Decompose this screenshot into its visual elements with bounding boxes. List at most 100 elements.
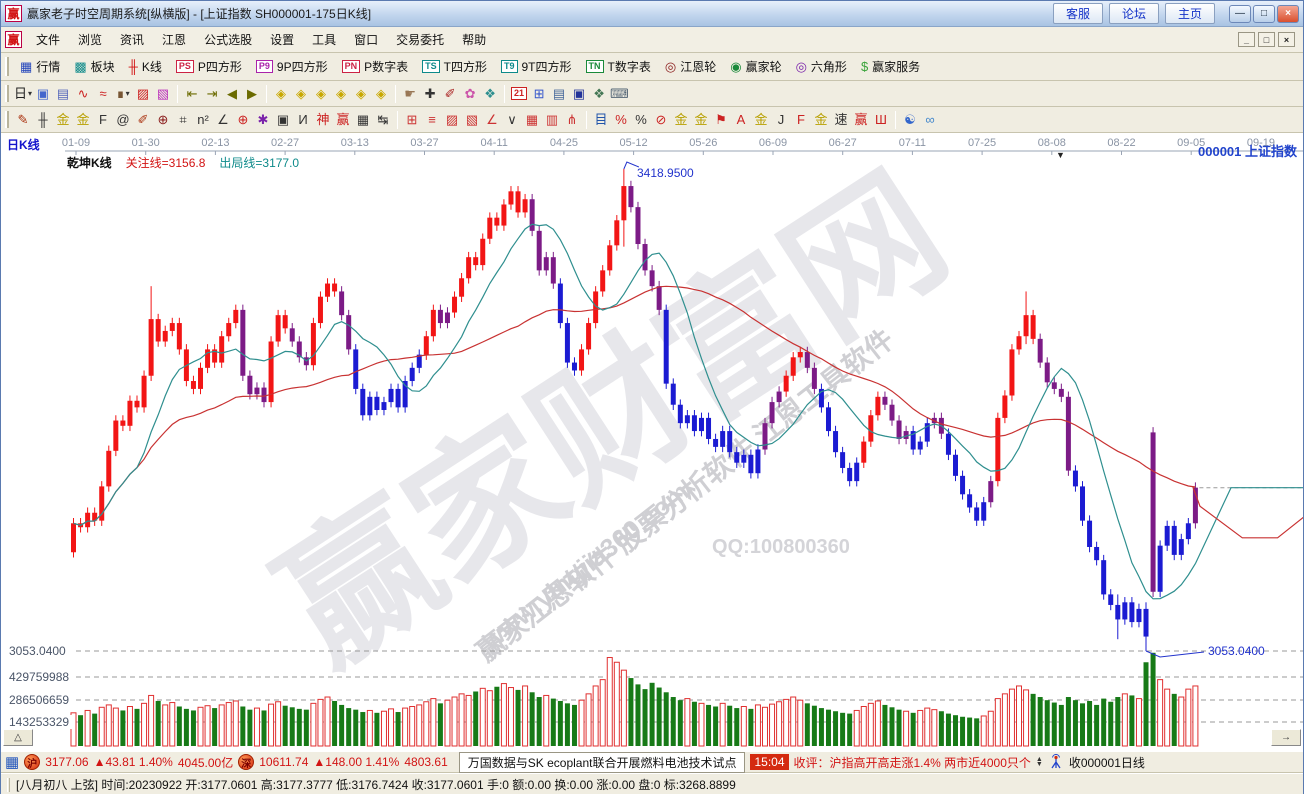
tool-icon-28[interactable]: ⊞ [529, 84, 549, 104]
toolbar-button-10[interactable]: ◉赢家轮 [723, 56, 788, 78]
draw-icon-31[interactable]: % [611, 110, 631, 130]
tab-daily-kline[interactable]: 日K线 [7, 136, 40, 153]
tool-icon-12[interactable]: ▶ [242, 84, 262, 104]
draw-icon-15[interactable]: 神 [313, 110, 333, 130]
tool-icon-19[interactable]: ◈ [371, 84, 391, 104]
tool-icon-27[interactable]: 21 [509, 84, 529, 104]
draw-icon-14[interactable]: И [293, 110, 313, 130]
tool-icon-1[interactable]: ▣ [33, 84, 53, 104]
tool-icon-9[interactable]: ⇤ [182, 84, 202, 104]
draw-icon-42[interactable]: 速 [831, 110, 851, 130]
draw-icon-2[interactable]: 金 [53, 110, 73, 130]
draw-icon-0[interactable]: ✎ [13, 110, 33, 130]
menu-item-5[interactable]: 设置 [261, 28, 303, 51]
tool-icon-15[interactable]: ◈ [291, 84, 311, 104]
toolbar-button-5[interactable]: PNP数字表 [335, 56, 416, 78]
child-close-button[interactable]: × [1278, 32, 1295, 47]
child-minimize-button[interactable]: _ [1238, 32, 1255, 47]
toolbar-button-3[interactable]: PSP四方形 [169, 56, 249, 78]
draw-icon-24[interactable]: ∠ [482, 110, 502, 130]
tool-icon-16[interactable]: ◈ [311, 84, 331, 104]
draw-icon-3[interactable]: 金 [73, 110, 93, 130]
draw-icon-41[interactable]: 金 [811, 110, 831, 130]
draw-icon-26[interactable]: ▦ [522, 110, 542, 130]
draw-icon-28[interactable]: ⋔ [562, 110, 582, 130]
news-ticker[interactable]: 万国数据与SK ecoplant联合开展燃料电池技术试点 [459, 752, 746, 773]
draw-icon-20[interactable]: ⊞ [402, 110, 422, 130]
menu-item-7[interactable]: 窗口 [345, 28, 387, 51]
draw-icon-33[interactable]: ⊘ [651, 110, 671, 130]
tool-icon-4[interactable]: ≈ [93, 84, 113, 104]
menu-item-1[interactable]: 浏览 [69, 28, 111, 51]
toolbar-button-4[interactable]: P99P四方形 [249, 56, 335, 78]
draw-icon-32[interactable]: % [631, 110, 651, 130]
draw-icon-1[interactable]: ╫ [33, 110, 53, 130]
tool-icon-14[interactable]: ◈ [271, 84, 291, 104]
market-review-text[interactable]: 收评：沪指高开高走涨1.4% 两市近4000只个 [794, 754, 1031, 771]
kline-chart[interactable]: 赢家财富网赢家江恩软件 股票分析软件 江恩工具软件www.yingjia360.… [1, 133, 1303, 751]
minimize-button[interactable]: — [1229, 5, 1251, 23]
tool-icon-6[interactable]: ▨ [133, 84, 153, 104]
maximize-button[interactable]: □ [1253, 5, 1275, 23]
child-restore-button[interactable]: □ [1258, 32, 1275, 47]
tool-icon-24[interactable]: ✿ [460, 84, 480, 104]
tool-icon-22[interactable]: ✚ [420, 84, 440, 104]
tool-icon-0[interactable]: 日▾ [13, 84, 33, 104]
ticker-spinner[interactable]: ▲▼ [1036, 757, 1043, 767]
draw-icon-9[interactable]: n² [193, 110, 213, 130]
scroll-right-button[interactable]: → [1271, 729, 1301, 746]
tool-icon-7[interactable]: ▧ [153, 84, 173, 104]
tool-icon-3[interactable]: ∿ [73, 84, 93, 104]
toolbar-button-6[interactable]: TST四方形 [415, 56, 494, 78]
menu-item-9[interactable]: 帮助 [453, 28, 495, 51]
draw-icon-4[interactable]: F [93, 110, 113, 130]
toolbar-button-11[interactable]: ◎六角形 [789, 56, 854, 78]
draw-icon-6[interactable]: ✐ [133, 110, 153, 130]
toolbar-button-2[interactable]: ╫K线 [122, 56, 169, 78]
toolbar-grip[interactable] [5, 85, 9, 103]
draw-icon-18[interactable]: ↹ [373, 110, 393, 130]
menu-item-0[interactable]: 文件 [27, 28, 69, 51]
close-button[interactable]: × [1277, 5, 1299, 23]
draw-icon-13[interactable]: ▣ [273, 110, 293, 130]
draw-icon-25[interactable]: ∨ [502, 110, 522, 130]
draw-icon-27[interactable]: ▥ [542, 110, 562, 130]
draw-icon-12[interactable]: ✱ [253, 110, 273, 130]
toolbar-button-8[interactable]: TNT数字表 [579, 56, 658, 78]
draw-icon-5[interactable]: @ [113, 110, 133, 130]
draw-icon-16[interactable]: 赢 [333, 110, 353, 130]
tool-icon-29[interactable]: ▤ [549, 84, 569, 104]
tool-icon-30[interactable]: ▣ [569, 84, 589, 104]
toolbar-button-7[interactable]: T99T四方形 [494, 56, 579, 78]
toolbar-button-1[interactable]: ▩板块 [67, 56, 121, 78]
menu-item-8[interactable]: 交易委托 [387, 28, 453, 51]
tool-icon-21[interactable]: ☛ [400, 84, 420, 104]
tool-icon-25[interactable]: ❖ [480, 84, 500, 104]
tool-icon-5[interactable]: ∎▾ [113, 84, 133, 104]
tool-icon-32[interactable]: ⌨ [609, 84, 630, 104]
toolbar-button-0[interactable]: ▦行情 [13, 56, 67, 78]
draw-icon-47[interactable]: ∞ [920, 110, 940, 130]
customer-service-button[interactable]: 客服 [1053, 3, 1103, 24]
menu-item-3[interactable]: 江恩 [153, 28, 195, 51]
draw-icon-46[interactable]: ☯ [900, 110, 920, 130]
toolbar-button-12[interactable]: $赢家服务 [854, 56, 927, 78]
draw-icon-17[interactable]: ▦ [353, 110, 373, 130]
toolbar-grip[interactable] [5, 57, 9, 76]
tool-icon-17[interactable]: ◈ [331, 84, 351, 104]
draw-icon-40[interactable]: F [791, 110, 811, 130]
tool-icon-18[interactable]: ◈ [351, 84, 371, 104]
draw-icon-35[interactable]: 金 [691, 110, 711, 130]
draw-icon-38[interactable]: 金 [751, 110, 771, 130]
draw-icon-36[interactable]: ⚑ [711, 110, 731, 130]
draw-icon-44[interactable]: Ш [871, 110, 891, 130]
expand-volume-button[interactable]: △ [3, 729, 33, 746]
draw-icon-37[interactable]: A [731, 110, 751, 130]
menu-item-4[interactable]: 公式选股 [195, 28, 261, 51]
tool-icon-11[interactable]: ◀ [222, 84, 242, 104]
draw-icon-21[interactable]: ≡ [422, 110, 442, 130]
draw-icon-34[interactable]: 金 [671, 110, 691, 130]
tool-icon-2[interactable]: ▤ [53, 84, 73, 104]
draw-icon-23[interactable]: ▧ [462, 110, 482, 130]
draw-icon-10[interactable]: ∠ [213, 110, 233, 130]
